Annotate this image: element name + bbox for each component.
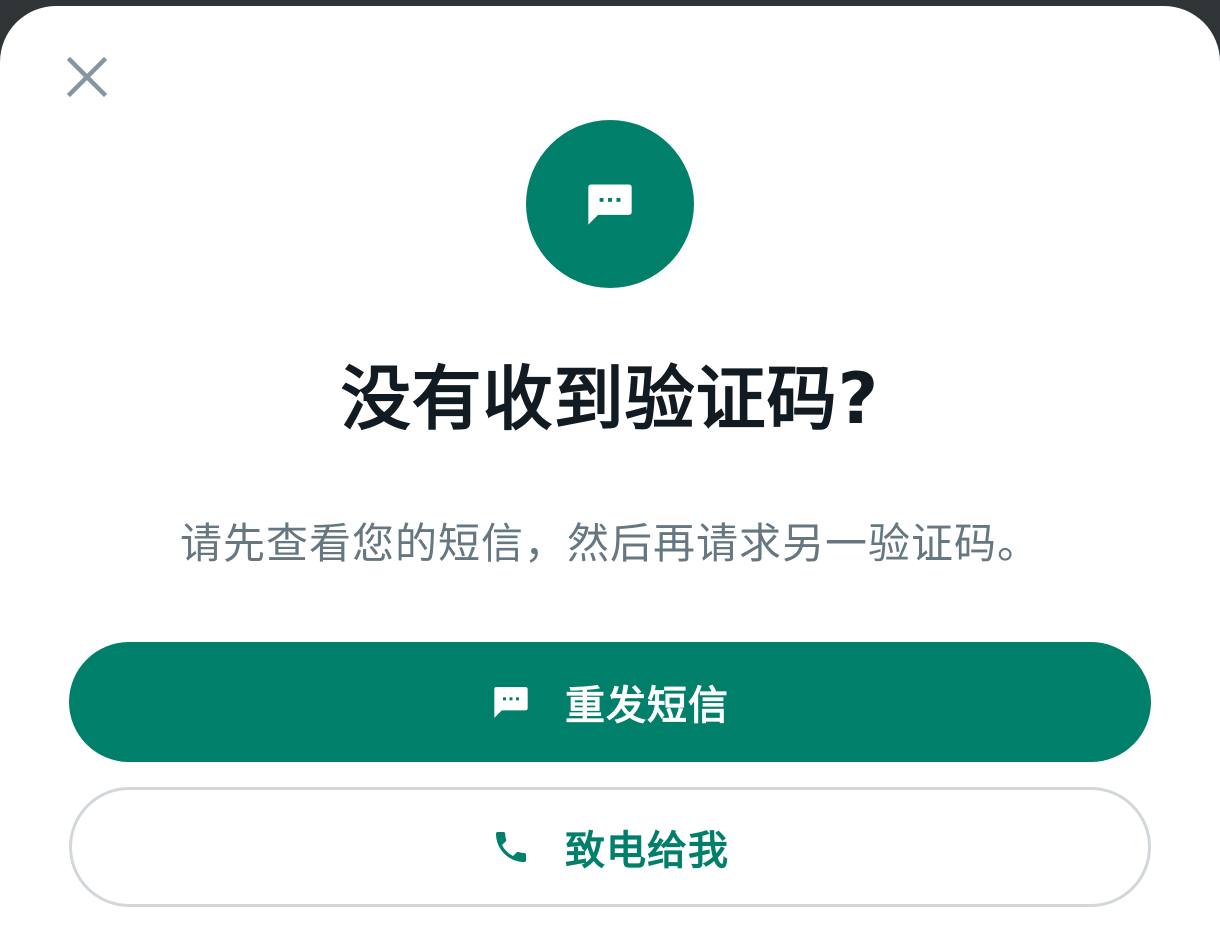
message-icon — [588, 184, 632, 225]
message-icon — [491, 682, 531, 722]
bottom-sheet-dialog: 没有收到验证码? 请先查看您的短信，然后再请求另一验证码。 重发短信 致电给我 — [0, 6, 1220, 942]
close-icon — [66, 56, 108, 98]
phone-icon — [491, 827, 531, 867]
hero-icon-circle — [526, 120, 694, 288]
dialog-title: 没有收到验证码? — [340, 358, 880, 440]
resend-sms-button[interactable]: 重发短信 — [69, 642, 1151, 762]
resend-sms-label: 重发短信 — [565, 683, 729, 729]
call-me-button[interactable]: 致电给我 — [69, 787, 1151, 907]
close-button[interactable] — [62, 52, 112, 102]
call-me-label: 致电给我 — [565, 828, 729, 874]
dialog-subtitle: 请先查看您的短信，然后再请求另一验证码。 — [179, 519, 1040, 568]
